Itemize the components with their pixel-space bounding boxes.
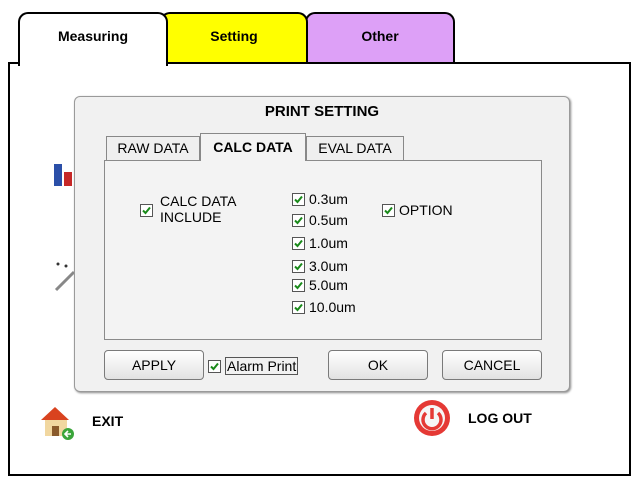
chart-icon	[54, 164, 72, 186]
ok-button[interactable]: OK	[328, 350, 428, 380]
cancel-button[interactable]: CANCEL	[442, 350, 542, 380]
logout-label: LOG OUT	[468, 410, 532, 426]
tab-measuring[interactable]: Measuring	[18, 12, 168, 66]
size-label: 1.0um	[309, 235, 348, 251]
check-icon	[384, 206, 393, 214]
tab-eval-data[interactable]: EVAL DATA	[306, 136, 404, 160]
alarm-print-checkbox[interactable]	[208, 359, 221, 373]
tab-setting-label: Setting	[210, 28, 258, 44]
check-icon	[294, 195, 303, 203]
size-checkbox[interactable]	[292, 278, 305, 292]
size-label: 10.0um	[309, 299, 356, 315]
size-checkbox[interactable]	[292, 300, 305, 314]
check-icon	[210, 362, 219, 370]
size-option-1.0[interactable]: 1.0um	[292, 235, 348, 251]
option-label: OPTION	[399, 202, 453, 218]
logout-control[interactable]: LOG OUT	[412, 398, 552, 442]
size-option-3.0[interactable]: 3.0um	[292, 258, 348, 274]
size-option-0.5[interactable]: 0.5um	[292, 212, 348, 228]
size-label: 0.3um	[309, 191, 348, 207]
tab-other[interactable]: Other	[305, 12, 455, 62]
alarm-print-label: Alarm Print	[225, 357, 299, 375]
check-icon	[294, 281, 303, 289]
option-toggle[interactable]: OPTION	[382, 202, 453, 218]
size-label: 5.0um	[309, 277, 348, 293]
size-label: 3.0um	[309, 258, 348, 274]
check-icon	[294, 239, 303, 247]
check-icon	[294, 216, 303, 224]
power-icon	[414, 400, 450, 436]
size-option-10.0[interactable]: 10.0um	[292, 299, 356, 315]
option-checkbox[interactable]	[382, 203, 395, 217]
size-option-5.0[interactable]: 5.0um	[292, 277, 348, 293]
tab-calc-data[interactable]: CALC DATA	[200, 133, 306, 161]
dialog-title: PRINT SETTING	[264, 103, 380, 120]
tool-icon	[54, 262, 76, 292]
size-label: 0.5um	[309, 212, 348, 228]
tab-setting[interactable]: Setting	[160, 12, 308, 62]
size-checkbox[interactable]	[292, 192, 305, 206]
exit-label: EXIT	[92, 413, 124, 429]
apply-button[interactable]: APPLY	[104, 350, 204, 380]
tab-other-label: Other	[361, 28, 399, 44]
alarm-print-option[interactable]: Alarm Print	[208, 357, 299, 375]
size-checkbox[interactable]	[292, 236, 305, 250]
tab-measuring-label: Measuring	[57, 28, 128, 44]
tab-raw-data[interactable]: RAW DATA	[106, 136, 200, 160]
calc-include-label-1: CALC DATA	[160, 193, 237, 209]
home-exit-icon	[41, 407, 74, 440]
check-icon	[142, 206, 151, 215]
calc-include-label-2: INCLUDE	[160, 209, 222, 225]
tab-baseline	[165, 62, 631, 64]
calc-include-checkbox[interactable]	[140, 204, 153, 217]
check-icon	[294, 262, 303, 270]
exit-control[interactable]: EXIT	[38, 402, 138, 442]
size-checkbox[interactable]	[292, 213, 305, 227]
check-icon	[294, 303, 303, 311]
size-checkbox[interactable]	[292, 259, 305, 273]
size-option-0.3[interactable]: 0.3um	[292, 191, 348, 207]
